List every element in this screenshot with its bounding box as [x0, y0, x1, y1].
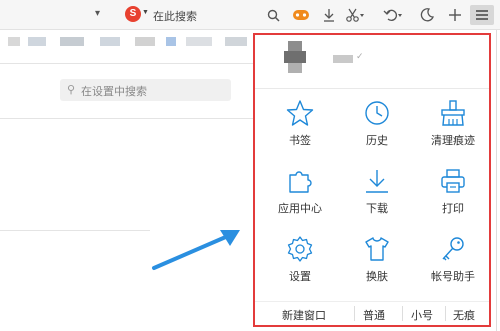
printer-icon [441, 169, 465, 193]
bookmark-item[interactable] [166, 37, 176, 46]
divider [354, 306, 355, 321]
menu-item-download[interactable]: 下载 [347, 167, 407, 227]
account-caret-icon[interactable]: ✓ [356, 51, 364, 62]
key-icon [442, 237, 464, 261]
menu-item-label: 书签 [289, 135, 311, 147]
broom-icon [441, 100, 465, 126]
menu-item-app-center[interactable]: 应用中心 [270, 167, 330, 227]
user-account-row[interactable]: ✓ [255, 35, 489, 89]
bookmark-item[interactable] [8, 37, 20, 46]
undo-icon[interactable] [381, 5, 405, 25]
window-edge [496, 30, 497, 331]
sogou-s-icon[interactable]: S [125, 6, 141, 22]
bookmark-item[interactable] [100, 37, 120, 46]
chevron-down-icon[interactable]: ▾ [95, 8, 100, 19]
avatar[interactable] [282, 41, 312, 75]
bookmark-item[interactable] [225, 37, 247, 46]
incognito-button[interactable]: 无痕 [453, 307, 475, 323]
puzzle-icon [289, 171, 312, 193]
menu-item-label: 下载 [366, 203, 388, 215]
menu-item-settings[interactable]: 设置 [270, 235, 330, 295]
user-name-blurred[interactable] [333, 55, 353, 63]
engine-dropdown-icon[interactable]: ▼ [142, 9, 149, 16]
download-icon[interactable] [320, 5, 338, 25]
menu-item-label: 应用中心 [278, 203, 322, 215]
new-window-button[interactable]: 新建窗口 [282, 307, 326, 323]
scissors-icon[interactable] [343, 5, 367, 25]
divider [402, 306, 403, 321]
new-tab-plus-icon[interactable] [445, 5, 465, 25]
menu-item-skin[interactable]: 换肤 [347, 235, 407, 295]
settings-search-input[interactable]: ⚲ 在设置中搜索 [60, 79, 231, 101]
menu-item-bookmarks[interactable]: 书签 [270, 99, 330, 159]
settings-search-placeholder: 在设置中搜索 [81, 86, 147, 98]
section-divider [0, 118, 255, 119]
section-divider [0, 63, 255, 64]
menu-item-label: 换肤 [366, 271, 388, 283]
menu-item-label: 清理痕迹 [431, 135, 475, 147]
bookmark-item[interactable] [60, 37, 84, 46]
search-icon: ⚲ [67, 84, 76, 96]
menu-item-clear-traces[interactable]: 清理痕迹 [423, 99, 483, 159]
bookmark-item[interactable] [186, 37, 212, 46]
zoom-normal-button[interactable]: 普通 [363, 307, 385, 323]
toolbar-search-input[interactable]: 在此搜索 [153, 8, 197, 24]
bookmark-item[interactable] [28, 37, 46, 46]
menu-item-label: 帐号助手 [431, 271, 475, 283]
menu-item-label: 历史 [366, 135, 388, 147]
menu-item-history[interactable]: 历史 [347, 99, 407, 159]
night-mode-icon[interactable] [418, 5, 436, 25]
main-menu-panel: ✓ 书签 历史 清理痕迹 应用中心 下载 打印 设置 换肤 帐号助手 新建窗口 … [253, 33, 491, 327]
bookmark-item[interactable] [135, 37, 155, 46]
zoom-small-button[interactable]: 小号 [411, 307, 433, 323]
clock-icon [365, 101, 389, 125]
star-icon [286, 100, 314, 126]
menu-item-print[interactable]: 打印 [423, 167, 483, 227]
browser-toolbar: ▾ S ▼ 在此搜索 [0, 0, 500, 30]
bookmark-bar [0, 31, 255, 51]
menu-item-account-helper[interactable]: 帐号助手 [423, 235, 483, 295]
game-icon[interactable] [291, 5, 311, 25]
menu-item-label: 设置 [289, 271, 311, 283]
menu-item-label: 打印 [442, 203, 464, 215]
gear-icon [287, 236, 313, 262]
tshirt-icon [365, 237, 389, 261]
section-divider [0, 230, 150, 231]
search-icon[interactable] [264, 5, 282, 25]
menu-bottom-bar: 新建窗口 普通 小号 无痕 [255, 301, 489, 325]
divider [445, 306, 446, 321]
annotation-arrow [152, 230, 240, 270]
main-menu-icon[interactable] [470, 5, 494, 25]
download-icon [366, 170, 388, 193]
